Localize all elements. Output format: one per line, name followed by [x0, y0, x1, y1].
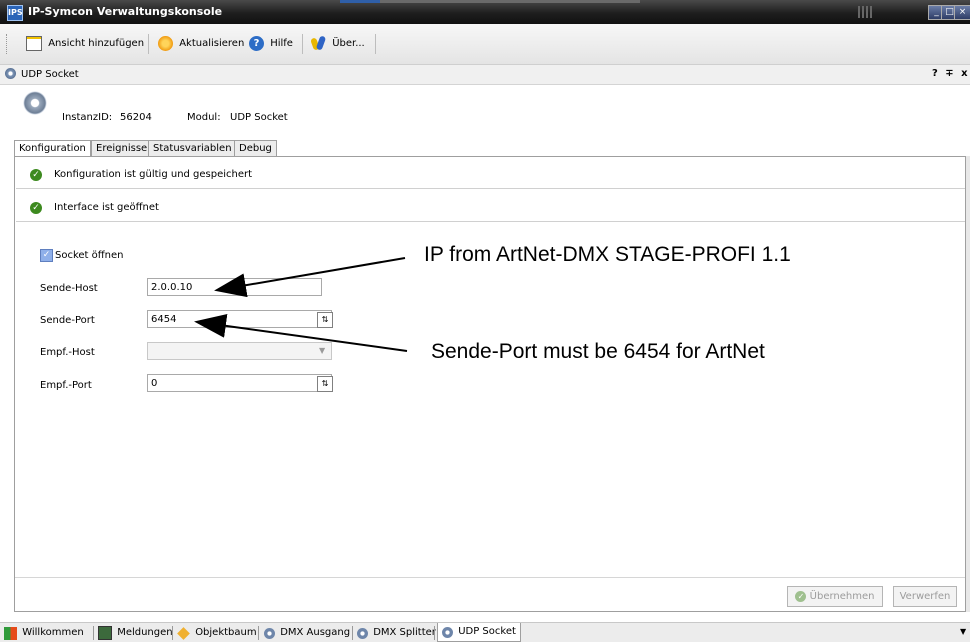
messages-icon [98, 626, 112, 640]
tab-objektbaum-label: Objektbaum [195, 627, 257, 638]
tab-dmx-splitter[interactable]: DMX Splitter [357, 625, 436, 641]
tab-dmx-ausgang-label: DMX Ausgang [280, 627, 351, 638]
arrow-to-send-port [194, 313, 408, 352]
tab-udp-socket[interactable]: UDP Socket [437, 623, 521, 642]
tab-willkommen[interactable]: Willkommen [4, 625, 84, 641]
object-tree-icon [177, 626, 190, 640]
vertical-scrollbar[interactable] [966, 156, 970, 612]
tab-separator [93, 626, 94, 640]
tab-meldungen[interactable]: Meldungen [98, 625, 173, 641]
tab-objektbaum[interactable]: Objektbaum [177, 625, 257, 641]
gear-icon [357, 627, 368, 639]
tab-meldungen-label: Meldungen [117, 627, 173, 638]
welcome-icon [4, 626, 17, 640]
tab-separator [352, 626, 353, 640]
annotation-port-note: Sende-Port must be 6454 for ArtNet [431, 340, 765, 363]
gear-icon [264, 627, 275, 639]
tab-dmx-ausgang[interactable]: DMX Ausgang [264, 625, 350, 641]
document-tab-bar: Willkommen Meldungen Objektbaum DMX Ausg… [0, 622, 970, 642]
annotation-ip-note: IP from ArtNet-DMX STAGE-PROFI 1.1 [424, 243, 791, 266]
arrow-to-send-host [214, 257, 406, 298]
tab-separator [258, 626, 259, 640]
gear-icon [442, 626, 453, 638]
tab-udp-socket-label: UDP Socket [458, 626, 516, 637]
tab-list-dropdown-icon[interactable]: ▼ [960, 627, 966, 636]
tab-dmx-splitter-label: DMX Splitter [373, 627, 436, 638]
annotation-arrows [194, 257, 408, 352]
tab-separator [172, 626, 173, 640]
tab-willkommen-label: Willkommen [22, 627, 84, 638]
tab-separator [434, 626, 435, 640]
